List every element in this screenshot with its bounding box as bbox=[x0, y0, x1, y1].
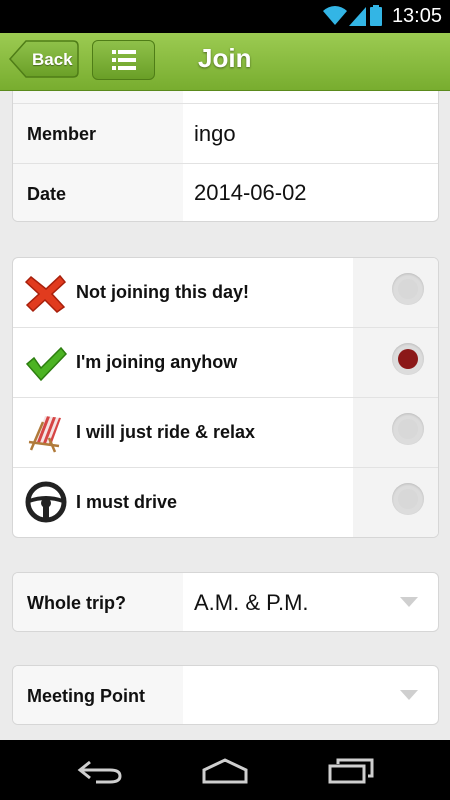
option-label: Not joining this day! bbox=[76, 282, 249, 302]
menu-button[interactable] bbox=[92, 40, 155, 80]
red-x-icon bbox=[25, 274, 67, 313]
back-nav-icon[interactable] bbox=[76, 758, 124, 784]
back-label: Back bbox=[32, 50, 73, 69]
option-label: I'm joining anyhow bbox=[76, 352, 238, 372]
option-label: I must drive bbox=[76, 492, 178, 512]
clock: 13:05 bbox=[391, 5, 442, 27]
join-options-card: Not joining this day! I'm joining anyhow… bbox=[12, 257, 439, 538]
option-not-joining[interactable]: Not joining this day! bbox=[13, 258, 438, 328]
whole-trip-row[interactable]: Whole trip? A.M. & P.M. bbox=[13, 573, 438, 631]
meeting-point-label: Meeting Point bbox=[27, 686, 145, 706]
option-joining-anyhow[interactable]: I'm joining anyhow bbox=[13, 328, 438, 398]
date-label: Date bbox=[27, 184, 67, 204]
system-nav-bar bbox=[0, 740, 450, 800]
member-value: ingo bbox=[194, 121, 236, 146]
home-nav-icon[interactable] bbox=[200, 758, 250, 784]
page-title: Join bbox=[198, 43, 252, 73]
list-icon bbox=[112, 50, 136, 70]
wifi-icon bbox=[323, 6, 347, 25]
meeting-point-row[interactable]: Meeting Point bbox=[13, 666, 438, 724]
chevron-down-icon[interactable] bbox=[400, 690, 418, 700]
whole-trip-select[interactable]: A.M. & P.M. bbox=[194, 590, 309, 616]
date-row: Date 2014-06-02 bbox=[13, 164, 438, 221]
signal-icon bbox=[349, 7, 366, 26]
steering-wheel-icon bbox=[25, 481, 67, 523]
date-value: 2014-06-02 bbox=[194, 180, 307, 205]
info-card: Member ingo Date 2014-06-02 bbox=[12, 91, 439, 222]
radio-not-joining[interactable] bbox=[392, 273, 424, 305]
whole-trip-label: Whole trip? bbox=[27, 593, 126, 613]
recent-apps-icon[interactable] bbox=[328, 758, 374, 784]
deck-chair-icon bbox=[28, 416, 61, 453]
header-bar: Back Join bbox=[0, 33, 450, 91]
meeting-point-card: Meeting Point bbox=[12, 665, 439, 725]
status-bar: 13:05 bbox=[0, 0, 450, 33]
back-button[interactable]: Back bbox=[9, 40, 79, 78]
option-label: I will just ride & relax bbox=[76, 422, 256, 442]
green-check-icon bbox=[25, 346, 67, 382]
option-ride-relax[interactable]: I will just ride & relax bbox=[13, 398, 438, 468]
option-must-drive[interactable]: I must drive bbox=[13, 468, 438, 537]
battery-icon bbox=[370, 5, 382, 26]
member-label: Member bbox=[27, 124, 97, 144]
radio-ride-relax[interactable] bbox=[392, 413, 424, 445]
chevron-down-icon[interactable] bbox=[400, 597, 418, 607]
radio-must-drive[interactable] bbox=[392, 483, 424, 515]
info-row-spacer bbox=[13, 91, 438, 104]
radio-joining-anyhow[interactable] bbox=[392, 343, 424, 375]
member-row: Member ingo bbox=[13, 104, 438, 164]
whole-trip-card: Whole trip? A.M. & P.M. bbox=[12, 572, 439, 632]
